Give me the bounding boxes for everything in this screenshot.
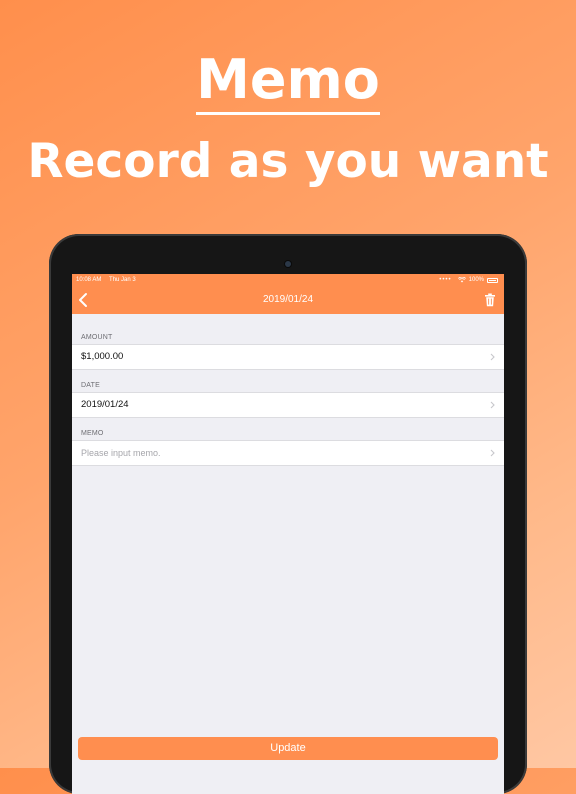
chevron-right-icon bbox=[490, 401, 495, 409]
amount-row[interactable]: $1,000.00 bbox=[72, 344, 504, 370]
amount-label: AMOUNT bbox=[81, 334, 113, 341]
update-button[interactable]: Update bbox=[78, 737, 498, 760]
chevron-right-icon bbox=[490, 353, 495, 361]
promo-subtitle: Record as you want bbox=[27, 134, 549, 189]
status-date: Thu Jan 3 bbox=[109, 277, 136, 283]
status-time: 10:08 AM bbox=[76, 277, 102, 283]
battery-percent: 100% bbox=[468, 277, 484, 283]
memo-label: MEMO bbox=[81, 430, 104, 437]
app-screen: 10:08 AM Thu Jan 3 •••• 100% 2019/01/24 bbox=[72, 274, 504, 794]
nav-bar: 2019/01/24 bbox=[72, 286, 504, 314]
status-bar-left: 10:08 AM Thu Jan 3 bbox=[76, 274, 136, 286]
date-label: DATE bbox=[81, 382, 100, 389]
chevron-right-icon bbox=[490, 449, 495, 457]
status-bar-right: •••• 100% bbox=[439, 274, 498, 286]
date-row[interactable]: 2019/01/24 bbox=[72, 392, 504, 418]
page-title: 2019/01/24 bbox=[262, 294, 314, 305]
promo-title: Memo bbox=[0, 50, 576, 115]
memo-row[interactable]: Please input memo. bbox=[72, 440, 504, 466]
tablet-frame: 10:08 AM Thu Jan 3 •••• 100% 2019/01/24 bbox=[49, 234, 527, 794]
wifi-icon bbox=[457, 277, 466, 283]
memo-form: AMOUNT $1,000.00 DATE 2019/01/24 MEMO Pl… bbox=[72, 314, 504, 466]
front-camera bbox=[285, 261, 291, 267]
promo-title-text: Memo bbox=[196, 50, 380, 115]
amount-value: $1,000.00 bbox=[81, 351, 124, 362]
memo-input[interactable]: Please input memo. bbox=[81, 441, 161, 465]
signal-dots-icon: •••• bbox=[439, 277, 452, 283]
battery-icon bbox=[487, 277, 498, 283]
status-bar: 10:08 AM Thu Jan 3 •••• 100% bbox=[72, 274, 504, 286]
trash-icon[interactable] bbox=[484, 293, 496, 307]
date-value: 2019/01/24 bbox=[81, 399, 129, 410]
